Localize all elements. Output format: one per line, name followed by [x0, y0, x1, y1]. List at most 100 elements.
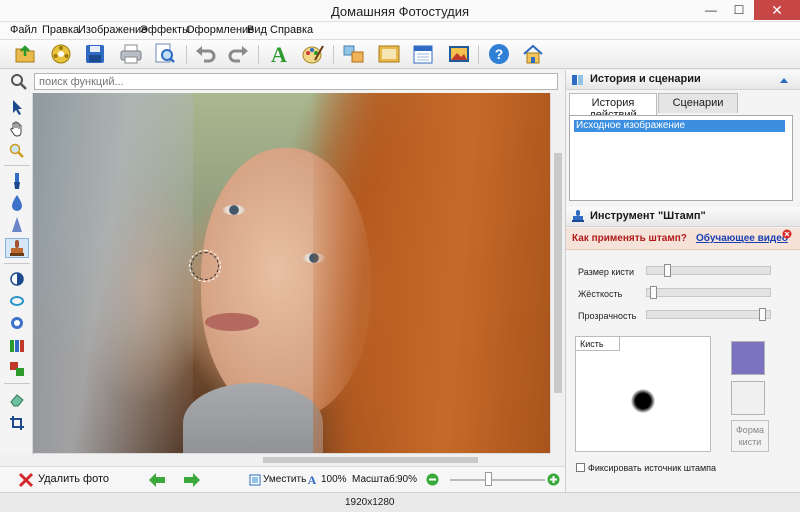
brush-preview	[575, 336, 711, 452]
vertical-scroll-thumb[interactable]	[554, 153, 562, 393]
search-icon[interactable]	[10, 73, 27, 90]
toolbar-separator	[478, 45, 479, 64]
search-bar	[0, 70, 565, 93]
hardness-slider-handle[interactable]	[650, 286, 657, 299]
saturation-icon[interactable]	[5, 313, 29, 333]
help-icon[interactable]: ?	[486, 42, 512, 66]
opacity-slider-handle[interactable]	[759, 308, 766, 321]
clone-icon[interactable]	[5, 215, 29, 235]
scale-value: 90%	[397, 474, 418, 485]
collapse-icon[interactable]	[779, 75, 789, 85]
fix-source-checkbox[interactable]	[576, 463, 585, 472]
menu-design[interactable]: Оформление	[186, 24, 254, 36]
menu-effects[interactable]: Эффекты	[140, 24, 190, 36]
home-icon[interactable]	[520, 42, 546, 66]
color-icon[interactable]	[5, 291, 29, 311]
fix-source-label: Фиксировать источник штампа	[588, 463, 717, 473]
drop-icon[interactable]	[5, 193, 29, 213]
primary-color-swatch[interactable]	[731, 341, 765, 375]
photo-reel-icon[interactable]	[48, 42, 74, 66]
list-item[interactable]: Исходное изображение	[574, 120, 785, 132]
fit-icon	[249, 474, 261, 486]
minimize-button[interactable]: —	[697, 0, 725, 20]
contrast-icon[interactable]	[5, 269, 29, 289]
window-title: Домашняя Фотостудия	[330, 4, 470, 19]
hand-icon[interactable]	[5, 119, 29, 139]
opacity-slider[interactable]	[646, 308, 771, 321]
collage-icon[interactable]	[341, 42, 367, 66]
horizontal-scrollbar[interactable]	[33, 453, 550, 465]
preview-icon[interactable]	[152, 42, 178, 66]
save-icon[interactable]	[82, 42, 108, 66]
open-icon[interactable]	[12, 42, 38, 66]
delete-icon[interactable]	[18, 472, 34, 488]
fix-source-row[interactable]: Фиксировать источник штампа	[576, 463, 716, 473]
crop-icon[interactable]	[5, 413, 29, 433]
hint-question: Как применять штамп?	[572, 233, 687, 244]
tab-history[interactable]: История действий	[569, 93, 657, 121]
tab-scenarios[interactable]: Сценарии	[658, 93, 738, 113]
tutorial-video-link[interactable]: Обучающее видео	[696, 233, 788, 244]
brush-tab[interactable]: Кисть	[575, 336, 620, 351]
undo-icon[interactable]	[193, 42, 219, 66]
actual-size-button[interactable]: 100%	[321, 474, 347, 485]
redo-icon[interactable]	[225, 42, 251, 66]
magnifier-icon[interactable]	[5, 141, 29, 161]
channels-icon[interactable]	[5, 359, 29, 379]
pointer-icon[interactable]	[5, 97, 29, 117]
levels-icon[interactable]	[5, 336, 29, 356]
search-input[interactable]	[34, 73, 558, 90]
zoom-slider[interactable]	[450, 479, 545, 481]
hardness-slider[interactable]	[646, 286, 771, 299]
menu-file[interactable]: Файл	[10, 24, 37, 36]
status-bar: 1920x1280	[0, 492, 800, 512]
stamp-panel-title: Инструмент "Штамп"	[590, 210, 706, 222]
menu-image[interactable]: Изображение	[78, 24, 147, 36]
frame-icon[interactable]	[376, 42, 402, 66]
close-button[interactable]: ✕	[754, 0, 800, 20]
history-panel-header[interactable]: История и сценарии	[566, 70, 800, 90]
stamp-icon[interactable]	[5, 238, 29, 258]
vertical-scrollbar[interactable]	[550, 93, 565, 453]
horizontal-scroll-thumb[interactable]	[263, 457, 478, 463]
zoom-out-icon[interactable]	[426, 473, 439, 486]
secondary-color-swatch[interactable]	[731, 381, 765, 415]
print-icon[interactable]	[118, 42, 144, 66]
photo-layer	[183, 383, 323, 453]
history-panel-title: История и сценарии	[590, 73, 701, 85]
palette-icon[interactable]	[300, 42, 326, 66]
text-icon[interactable]: A	[266, 42, 292, 66]
main-toolbar: A ?	[0, 40, 800, 69]
previous-photo-icon[interactable]	[148, 472, 166, 488]
toolbar-separator	[186, 45, 187, 64]
photo-layer	[33, 93, 193, 453]
photo-canvas[interactable]	[33, 93, 550, 453]
brush-size-slider-handle[interactable]	[664, 264, 671, 277]
next-photo-icon[interactable]	[183, 472, 201, 488]
svg-text:A: A	[271, 43, 287, 65]
menu-view[interactable]: Вид	[247, 24, 267, 36]
zoom-in-icon[interactable]	[547, 473, 560, 486]
delete-photo-button[interactable]: Удалить фото	[38, 473, 109, 485]
brush-size-slider[interactable]	[646, 264, 771, 277]
postcard-icon[interactable]	[446, 42, 472, 66]
history-list[interactable]: Исходное изображение	[569, 115, 793, 201]
menu-edit[interactable]: Правка	[42, 24, 79, 36]
fit-button[interactable]: Уместить	[263, 474, 306, 485]
menu-help[interactable]: Справка	[270, 24, 313, 36]
brush-size-label: Размер кисти	[578, 267, 635, 277]
menu-bar: Файл Правка Изображение Эффекты Оформлен…	[0, 22, 800, 40]
opacity-label: Прозрачность	[578, 311, 637, 321]
right-panel: История и сценарии История действий Сцен…	[565, 70, 800, 492]
scale-label: Масштаб:	[352, 474, 398, 485]
photo-layer	[223, 205, 245, 215]
brush-shape-button[interactable]: Форма кисти	[731, 420, 769, 452]
maximize-button[interactable]: ☐	[725, 0, 753, 20]
brush-icon[interactable]	[5, 171, 29, 191]
zoom-slider-handle[interactable]	[485, 472, 492, 486]
calendar-icon[interactable]	[410, 42, 436, 66]
eraser-icon[interactable]	[5, 390, 29, 410]
close-hint-icon[interactable]	[782, 229, 792, 239]
photo-layer	[205, 313, 259, 331]
stamp-panel-header[interactable]: Инструмент "Штамп"	[566, 207, 800, 227]
